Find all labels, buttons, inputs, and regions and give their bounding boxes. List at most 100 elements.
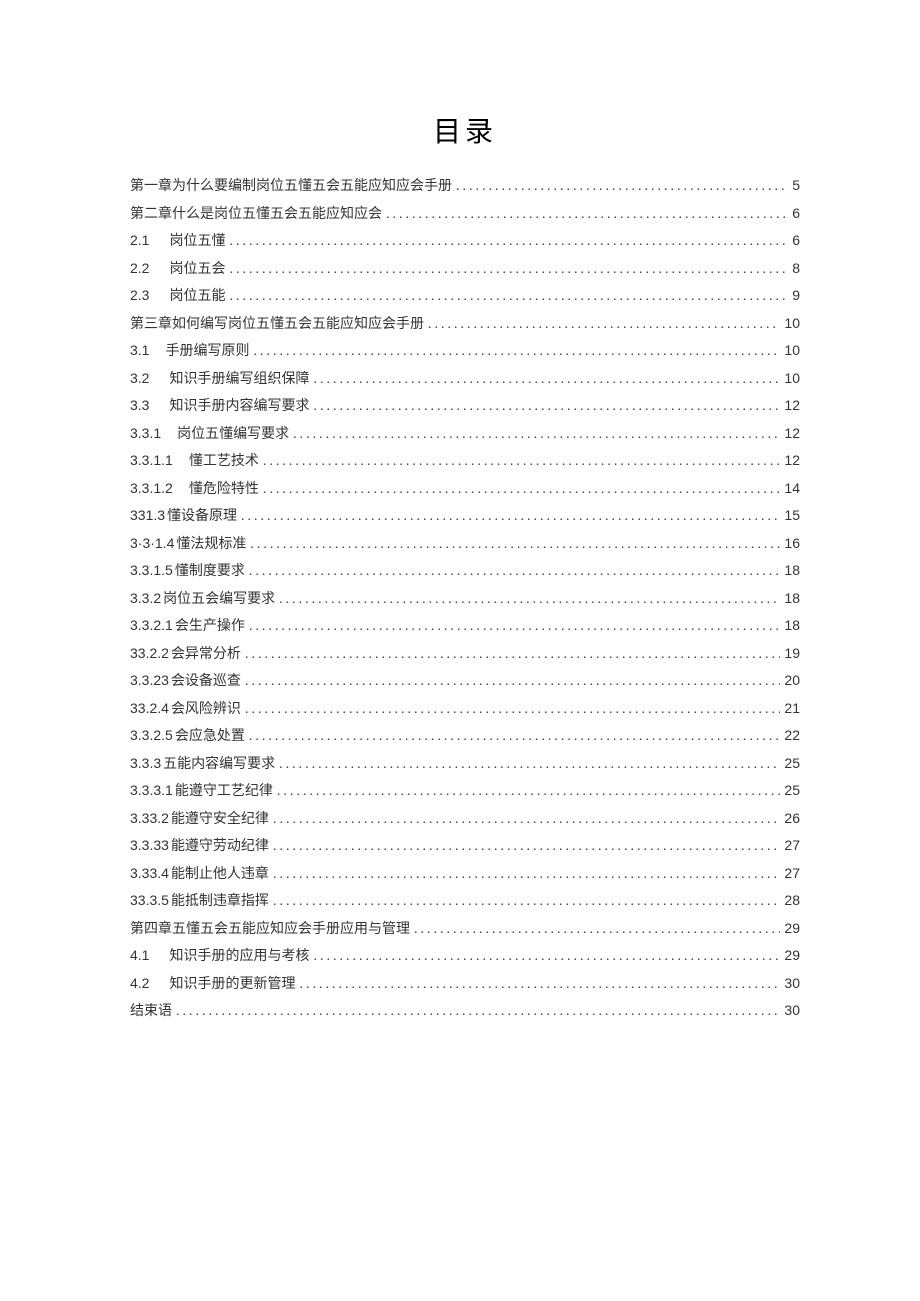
toc-entry-number: 3.3.33 [130,838,169,852]
toc-entry-page: 5 [792,178,800,192]
toc-entry-text: 会风险辨识 [171,703,241,717]
toc-leader-dots [253,345,780,359]
toc-entry-number: 33.2.2 [130,646,169,660]
toc-entry-page: 21 [784,701,800,715]
toc-entry-text: 岗位五能 [169,290,225,304]
toc-entry: 第一章为什么要编制岗位五懂五会五能应知应会手册 5 [130,178,800,194]
toc-entry-text: 第四章五懂五会五能应知应会手册应用与管理 [130,923,410,937]
toc-entry-page: 6 [792,233,800,247]
toc-entry: 3.3.3.1能遵守工艺纪律25 [130,783,800,799]
toc-leader-dots [273,813,780,827]
toc-entry-text: 懂设备原理 [167,510,237,524]
toc-entry: 331.3懂设备原理15 [130,508,800,524]
toc-entry-page: 29 [784,921,800,935]
toc-entry: 33.3.5能抵制违章指挥28 [130,893,800,909]
toc-entry-number: 33.3.5 [130,893,169,907]
toc-leader-dots [293,428,780,442]
toc-leader-dots [277,785,781,799]
toc-entry: 第二章什么是岗位五懂五会五能应知应会 6 [130,206,800,222]
toc-entry: 3.3知识手册内容编写要求12 [130,398,800,414]
toc-leader-dots [299,978,780,992]
toc-entry: 3.3.2.5会应急处置22 [130,728,800,744]
toc-leader-dots [456,180,788,194]
toc-leader-dots [313,373,780,387]
toc-entry: 3.33.2能遵守安全纪律26 [130,811,800,827]
toc-entry: 3.3.23会设备巡查 20 [130,673,800,689]
toc-entry: 3.2 知识手册编写组织保障 10 [130,371,800,387]
toc-entry-text: 能遵守劳动纪律 [171,840,269,854]
toc-entry-number: 3.3.1.1 [130,453,173,467]
toc-entry: 4.1 知识手册的应用与考核 29 [130,948,800,964]
toc-entry-text: 懂法规标准 [176,538,246,552]
toc-entry-text: 岗位五会编写要求 [163,593,275,607]
toc-entry-number: 3.1 [130,343,149,357]
toc-entry-text: 手册编写原则 [165,345,249,359]
toc-entry-number: 3.3.2.5 [130,728,173,742]
toc-entry-number: 3.3.1 [130,426,161,440]
toc-entry-page: 16 [784,536,800,550]
toc-entry-page: 27 [784,866,800,880]
toc-entry-page: 6 [792,206,800,220]
toc-entry-number: 331.3 [130,508,165,522]
toc-entry-text: 能遵守安全纪律 [171,813,269,827]
toc-entry-page: 25 [784,783,800,797]
toc-entry-page: 10 [784,371,800,385]
toc-entry-page: 26 [784,811,800,825]
toc-leader-dots [313,950,780,964]
toc-entry-text: 懂工艺技术 [189,455,259,469]
toc-entry-page: 10 [784,316,800,330]
toc-entry: 结束语 30 [130,1003,800,1019]
toc-entry-number: 4.1 [130,948,149,962]
toc-entry: 33.2.4会风险辨识 21 [130,701,800,717]
toc-leader-dots [229,290,788,304]
toc-list: 第一章为什么要编制岗位五懂五会五能应知应会手册 5 第二章什么是岗位五懂五会五能应知… [130,178,800,1019]
toc-entry: 3.3.33能遵守劳动纪律27 [130,838,800,854]
toc-entry-page: 12 [784,453,800,467]
toc-title: 目录 [130,110,800,150]
toc-entry-text: 懂危险特性 [189,483,259,497]
toc-entry-number: 3.3.3.1 [130,783,173,797]
toc-entry-number: 2.3 [130,288,149,302]
toc-entry-number: 3.2 [130,371,149,385]
toc-entry-page: 30 [784,1003,800,1017]
toc-entry: 3·3·1.4懂法规标准 16 [130,536,800,552]
toc-entry: 3.3.1.5懂制度要求18 [130,563,800,579]
toc-leader-dots [176,1005,780,1019]
toc-entry-text: 会异常分析 [171,648,241,662]
toc-leader-dots [414,923,780,937]
toc-leader-dots [313,400,780,414]
toc-entry-text: 知识手册的应用与考核 [169,950,309,964]
toc-entry-number: 4.2 [130,976,149,990]
toc-entry-text: 第一章为什么要编制岗位五懂五会五能应知应会手册 [130,180,452,194]
toc-entry: 3.3.2.1会生产操作18 [130,618,800,634]
toc-entry-text: 能制止他人违章 [171,868,269,882]
toc-leader-dots [279,593,780,607]
toc-entry: 3.3.3五能内容编写要求25 [130,756,800,772]
toc-entry-number: 3·3·1.4 [130,536,174,550]
toc-leader-dots [249,565,781,579]
toc-entry-page: 29 [784,948,800,962]
toc-entry-number: 3.3.23 [130,673,169,687]
toc-entry-text: 知识手册编写组织保障 [169,373,309,387]
toc-entry-page: 18 [784,563,800,577]
toc-entry-text: 第三章如何编写岗位五懂五会五能应知应会手册 [130,318,424,332]
toc-leader-dots [229,235,788,249]
toc-entry-page: 20 [784,673,800,687]
toc-leader-dots [263,483,781,497]
toc-leader-dots [245,675,780,689]
toc-entry-text: 会设备巡查 [171,675,241,689]
toc-entry-page: 19 [784,646,800,660]
toc-entry-number: 3.3.3 [130,756,161,770]
toc-entry: 2.2岗位五会8 [130,261,800,277]
toc-entry-number: 3.3.2.1 [130,618,173,632]
toc-entry-number: 33.2.4 [130,701,169,715]
toc-entry-page: 18 [784,618,800,632]
toc-entry-number: 2.2 [130,261,149,275]
toc-leader-dots [245,703,780,717]
toc-entry-text: 结束语 [130,1005,172,1019]
toc-entry-page: 25 [784,756,800,770]
toc-entry: 第四章五懂五会五能应知应会手册应用与管理 29 [130,921,800,937]
toc-entry-page: 28 [784,893,800,907]
toc-leader-dots [250,538,780,552]
toc-entry-text: 第二章什么是岗位五懂五会五能应知应会 [130,208,382,222]
